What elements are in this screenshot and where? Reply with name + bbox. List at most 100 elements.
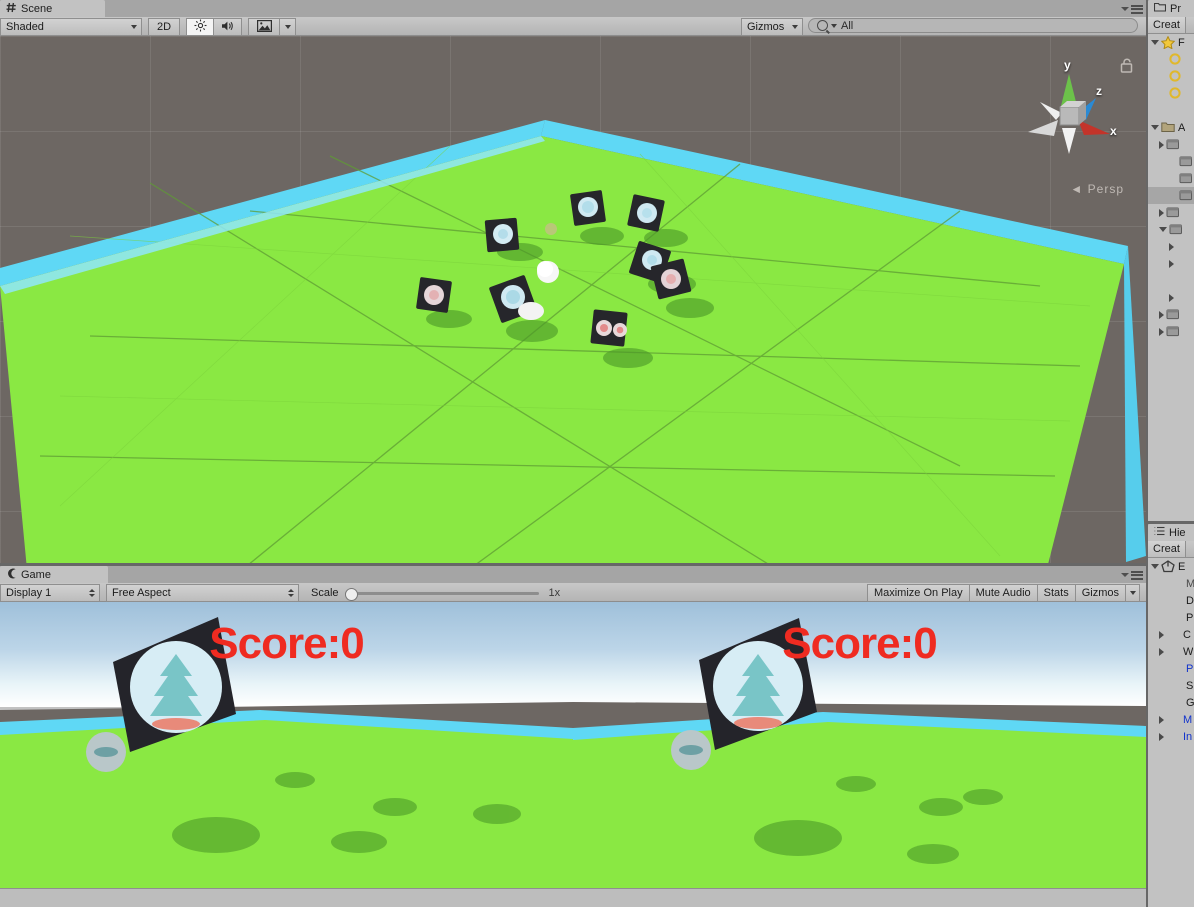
scale-slider[interactable] [344,587,539,601]
tree-row[interactable] [1148,102,1194,119]
mute-audio-button[interactable]: Mute Audio [969,584,1038,602]
tree-row[interactable]: E [1148,558,1194,575]
hierarchy-tree[interactable]: E M D P C W P S G M In [1148,558,1194,907]
tree-row[interactable] [1148,323,1194,340]
gizmos-label: Gizmos [747,21,785,33]
tree-row[interactable]: D [1148,592,1194,609]
game-panel-menu-button[interactable] [1121,569,1143,581]
twisty-closed-icon[interactable] [1159,715,1164,724]
tab-scene-label: Scene [21,2,53,15]
tree-row[interactable]: S [1148,677,1194,694]
folder-icon [1179,189,1193,202]
tree-row[interactable] [1148,255,1194,272]
tree-row[interactable]: In [1148,728,1194,745]
twisty-closed-icon[interactable] [1159,630,1164,639]
tree-row[interactable]: F [1148,34,1194,51]
tree-row[interactable] [1148,68,1194,85]
scene-panel-menu-button[interactable] [1121,3,1143,15]
game-view-player-2: Score:0 [573,602,1146,888]
tree-row[interactable]: A [1148,119,1194,136]
tree-row[interactable] [1148,136,1194,153]
tab-scene[interactable]: Scene [0,0,105,17]
twisty-open-icon[interactable] [1151,40,1159,45]
project-tree[interactable]: FA [1148,34,1194,521]
tree-row[interactable] [1148,289,1194,306]
toggle-audio-button[interactable] [214,18,242,36]
folder-icon [1179,155,1193,168]
hierarchy-create-button[interactable]: Creat [1148,541,1186,557]
tree-row[interactable] [1148,272,1194,289]
scene-projection-indicator[interactable]: ◄ Persp [1070,182,1124,196]
tree-row[interactable]: G [1148,694,1194,711]
tree-row[interactable] [1148,221,1194,238]
tab-game[interactable]: Game [0,566,108,583]
tree-row[interactable] [1148,238,1194,255]
toggle-lighting-button[interactable] [186,18,214,36]
stats-button[interactable]: Stats [1037,584,1076,602]
tree-row[interactable]: M [1148,575,1194,592]
twisty-closed-icon[interactable] [1159,140,1164,149]
gizmo-axis-x-label: x [1110,124,1117,138]
twisty-closed-icon[interactable] [1159,327,1164,336]
spacer-icon [1176,257,1190,270]
scale-slider-handle[interactable] [344,588,358,601]
game-gizmos-button[interactable]: Gizmos [1075,584,1126,602]
mute-audio-label: Mute Audio [975,587,1031,599]
shading-mode-dropdown[interactable]: Shaded [0,18,142,36]
twisty-closed-icon[interactable] [1169,242,1174,251]
hierarchy-panel: Hie Creat E M D P C W P S G M In [1148,524,1194,907]
twisty-closed-icon[interactable] [1159,310,1164,319]
tree-row[interactable] [1148,306,1194,323]
chevron-down-icon [1121,7,1129,11]
tree-row[interactable]: C [1148,626,1194,643]
folder-icon [1169,223,1183,236]
scene-search-input[interactable]: All [808,18,1138,33]
tree-row[interactable] [1148,170,1194,187]
tree-row[interactable] [1148,204,1194,221]
spacer-icon [1169,577,1183,590]
toggle-effects-button[interactable] [248,18,280,36]
twisty-open-icon[interactable] [1151,564,1159,569]
twisty-open-icon[interactable] [1151,125,1159,130]
game-viewport[interactable]: Score:0 Score:0 [0,602,1146,888]
game-gizmos-dropdown-button[interactable] [1126,584,1140,602]
game-controller-icon [6,568,17,582]
gizmos-dropdown[interactable]: Gizmos [741,18,803,36]
aspect-dropdown[interactable]: Free Aspect [106,584,299,602]
lock-open-icon[interactable] [1120,58,1133,73]
twisty-closed-icon[interactable] [1159,647,1164,656]
projection-arrow: ◄ [1070,182,1084,196]
display-dropdown[interactable]: Display 1 [0,584,100,602]
twisty-closed-icon[interactable] [1159,732,1164,741]
tab-hierarchy[interactable]: Hie [1148,524,1194,541]
tree-row[interactable]: P [1148,660,1194,677]
twisty-closed-icon[interactable] [1159,208,1164,217]
tree-row[interactable] [1148,51,1194,68]
tab-project[interactable]: Pr [1148,0,1194,17]
tree-row-label: M [1186,577,1194,590]
tree-row[interactable]: W [1148,643,1194,660]
tree-row[interactable]: M [1148,711,1194,728]
twisty-closed-icon[interactable] [1169,293,1174,302]
tree-row[interactable] [1148,153,1194,170]
toggle-2d-button[interactable]: 2D [148,18,180,36]
tree-row[interactable] [1148,187,1194,204]
project-create-button[interactable]: Creat [1148,17,1186,33]
maximize-on-play-button[interactable]: Maximize On Play [866,584,970,602]
updown-icon [288,589,294,597]
spacer-icon [1169,696,1183,709]
twisty-open-icon[interactable] [1159,227,1167,232]
tree-row[interactable] [1148,85,1194,102]
tree-row-label: In [1183,730,1193,743]
scene-orientation-gizmo[interactable]: y x z [1014,58,1124,178]
toggle-2d-label: 2D [156,21,172,33]
tree-row[interactable]: P [1148,609,1194,626]
scale-slider-group[interactable]: Scale 1x [305,584,566,602]
effects-dropdown-button[interactable] [280,18,296,36]
twisty-closed-icon[interactable] [1169,259,1174,268]
scene-viewport[interactable]: y x z ◄ Persp [0,36,1146,563]
